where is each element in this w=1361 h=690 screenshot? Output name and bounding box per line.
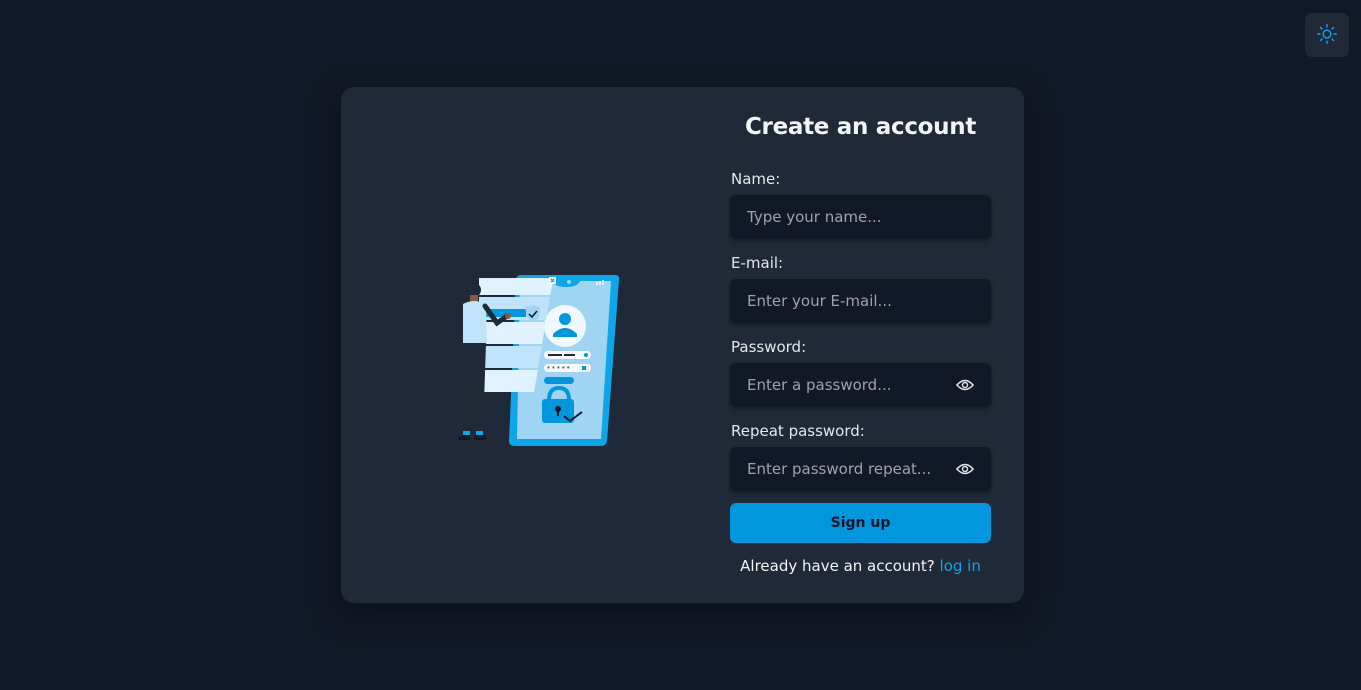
password-field-wrapper bbox=[730, 363, 991, 407]
form-title: Create an account bbox=[744, 114, 977, 140]
email-field-wrapper bbox=[730, 279, 991, 323]
password-input[interactable] bbox=[730, 363, 991, 407]
email-input[interactable] bbox=[730, 279, 991, 323]
repeat-password-label: Repeat password: bbox=[731, 422, 865, 440]
name-field-wrapper bbox=[730, 195, 991, 239]
svg-text:* * * * *: * * * * * bbox=[547, 366, 570, 373]
theme-toggle-button[interactable] bbox=[1305, 13, 1349, 57]
eye-icon[interactable] bbox=[955, 460, 975, 478]
login-prompt: Already have an account? log in bbox=[730, 557, 991, 575]
repeat-password-field-wrapper bbox=[730, 447, 991, 491]
sun-icon bbox=[1316, 23, 1338, 48]
email-label: E-mail: bbox=[731, 254, 784, 272]
login-link[interactable]: log in bbox=[940, 557, 981, 575]
login-prompt-text: Already have an account? bbox=[740, 557, 935, 575]
repeat-password-input[interactable] bbox=[730, 447, 991, 491]
password-label: Password: bbox=[731, 338, 807, 356]
name-input[interactable] bbox=[730, 195, 991, 239]
eye-icon[interactable] bbox=[955, 376, 975, 394]
name-label: Name: bbox=[731, 170, 781, 188]
secure-signup-illustration: * * * * * bbox=[441, 273, 626, 453]
sign-up-button[interactable]: Sign up bbox=[730, 503, 991, 543]
signup-card: * * * * * Create an account Name: Type y… bbox=[341, 87, 1024, 603]
